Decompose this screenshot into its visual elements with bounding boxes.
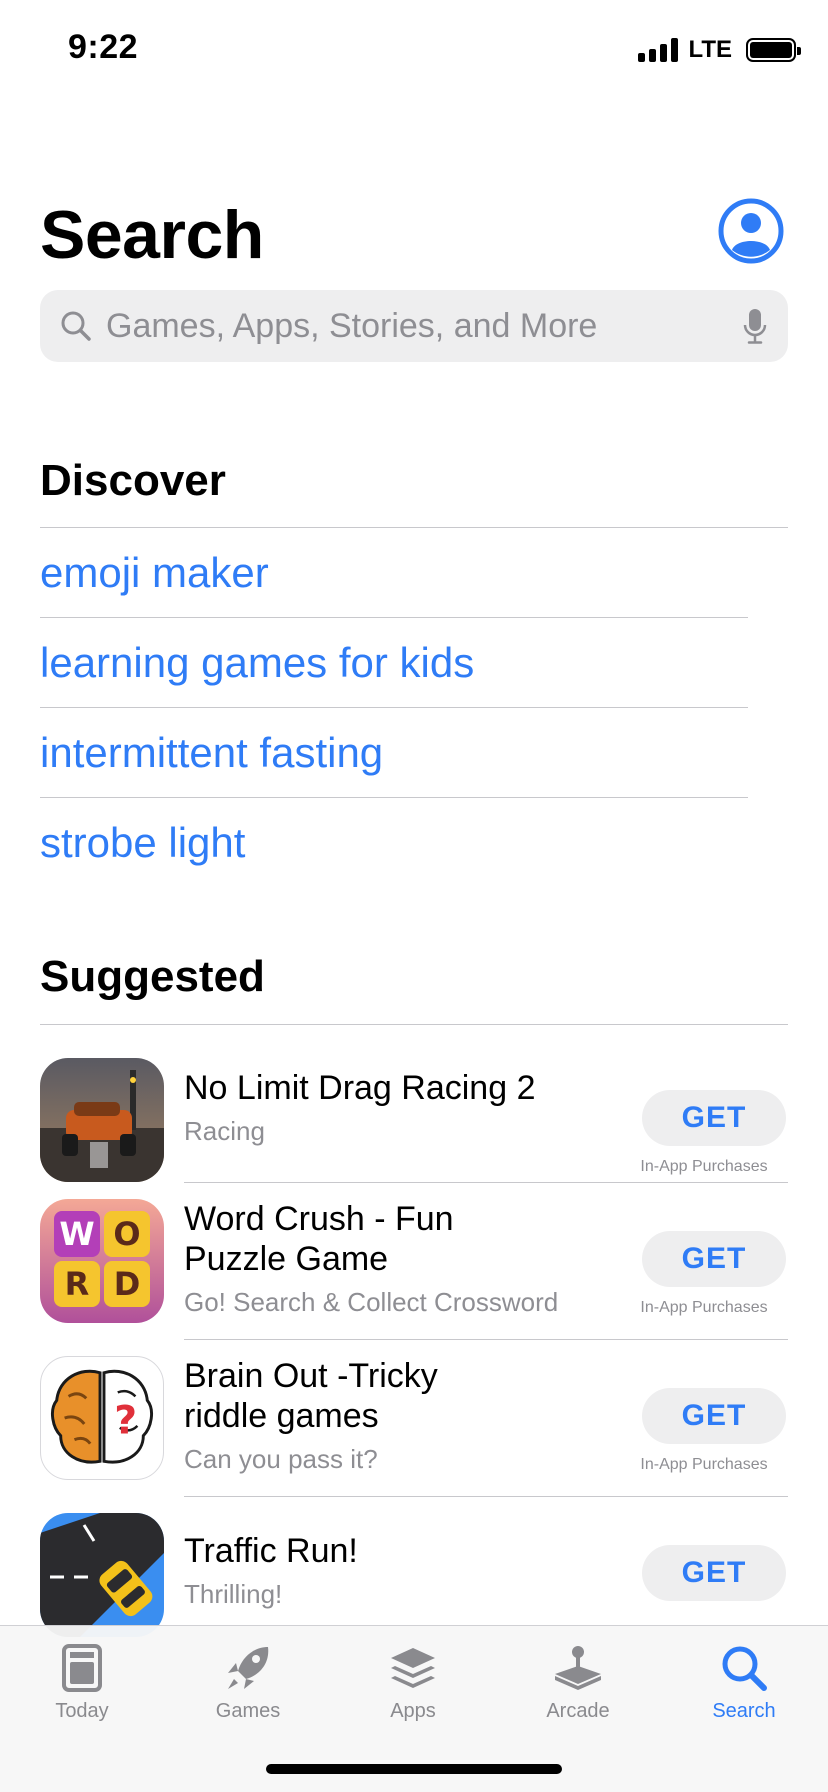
suggested-app-list: No Limit Drag Racing 2 Racing GET In-App… xyxy=(40,1026,788,1654)
get-button[interactable]: GET xyxy=(642,1231,786,1287)
divider xyxy=(40,1024,788,1025)
tab-label: Arcade xyxy=(546,1700,610,1722)
status-time: 9:22 xyxy=(68,28,139,66)
account-button[interactable] xyxy=(718,198,784,264)
get-button[interactable]: GET xyxy=(642,1388,786,1444)
network-type: LTE xyxy=(688,36,732,63)
discover-heading: Discover xyxy=(40,456,226,505)
tab-today[interactable]: Today xyxy=(12,1640,152,1723)
search-field[interactable] xyxy=(40,290,788,362)
tab-bar: Today Games Apps Arcade Search xyxy=(0,1625,828,1792)
suggested-heading: Suggested xyxy=(40,952,265,1001)
app-store-search-screen: 9:22 LTE Search Games, Apps, Stories, an… xyxy=(0,0,828,1792)
search-icon xyxy=(61,311,91,341)
icon-letter: D xyxy=(114,1265,141,1303)
battery-icon xyxy=(746,38,801,62)
tab-label: Games xyxy=(215,1700,281,1722)
app-row-brain-out[interactable]: ? Brain Out -Tricky riddle games Can you… xyxy=(40,1340,788,1497)
discover-item-emoji-maker[interactable]: emoji maker xyxy=(40,528,748,618)
word-crush-icon[interactable]: W O R D xyxy=(40,1199,164,1323)
get-button[interactable]: GET xyxy=(642,1545,786,1601)
app-info: Brain Out -Tricky riddle games Can you p… xyxy=(184,1356,484,1476)
tab-label: Apps xyxy=(390,1700,436,1722)
search-icon xyxy=(722,1646,767,1691)
app-info: No Limit Drag Racing 2 Racing xyxy=(184,1068,594,1148)
in-app-purchases-note: In-App Purchases xyxy=(640,1456,768,1473)
account-icon xyxy=(718,198,784,264)
traffic-run-icon[interactable] xyxy=(40,1513,164,1637)
tab-label: Search xyxy=(712,1700,776,1722)
icon-letter: W xyxy=(59,1215,94,1253)
today-icon xyxy=(62,1644,102,1692)
get-button[interactable]: GET xyxy=(642,1090,786,1146)
status-indicators: LTE xyxy=(638,36,801,64)
tab-label: Today xyxy=(55,1700,109,1722)
app-row-word-crush[interactable]: W O R D Word Crush - Fun Puzzle Game Go!… xyxy=(40,1183,788,1340)
brain-out-icon[interactable]: ? xyxy=(40,1356,164,1480)
app-subtitle: Go! Search & Collect Crossword xyxy=(184,1287,559,1317)
status-bar: 9:22 LTE xyxy=(0,0,828,100)
icon-letter: O xyxy=(113,1215,140,1253)
joystick-icon xyxy=(555,1646,601,1690)
discover-item-intermittent-fasting[interactable]: intermittent fasting xyxy=(40,708,748,798)
app-info: Traffic Run! Thrilling! xyxy=(184,1531,594,1611)
icon-question-mark: ? xyxy=(114,1398,137,1444)
discover-list: emoji maker learning games for kids inte… xyxy=(40,528,748,888)
app-subtitle: Thrilling! xyxy=(184,1579,283,1609)
discover-item-learning-games[interactable]: learning games for kids xyxy=(40,618,748,708)
drag-racing-icon[interactable] xyxy=(40,1058,164,1182)
tab-search[interactable]: Search xyxy=(674,1640,814,1723)
in-app-purchases-note: In-App Purchases xyxy=(640,1158,768,1175)
app-info: Word Crush - Fun Puzzle Game Go! Search … xyxy=(184,1199,559,1319)
app-subtitle: Racing xyxy=(184,1116,265,1146)
apps-stack-icon xyxy=(391,1648,435,1688)
app-name: Brain Out -Tricky riddle games xyxy=(184,1357,438,1435)
tab-arcade[interactable]: Arcade xyxy=(508,1640,648,1723)
rocket-icon xyxy=(228,1647,269,1689)
app-row-drag-racing[interactable]: No Limit Drag Racing 2 Racing GET In-App… xyxy=(40,1026,788,1183)
signal-strength-icon xyxy=(638,38,679,62)
search-input[interactable] xyxy=(106,306,734,346)
icon-letter: R xyxy=(65,1265,90,1303)
discover-item-strobe-light[interactable]: strobe light xyxy=(40,798,748,888)
home-indicator xyxy=(266,1764,562,1774)
app-name: No Limit Drag Racing 2 xyxy=(184,1069,536,1107)
app-name: Word Crush - Fun Puzzle Game xyxy=(184,1200,454,1278)
microphone-icon[interactable] xyxy=(742,307,768,345)
app-name: Traffic Run! xyxy=(184,1532,358,1570)
app-subtitle: Can you pass it? xyxy=(184,1444,378,1474)
tab-apps[interactable]: Apps xyxy=(343,1640,483,1723)
tab-games[interactable]: Games xyxy=(178,1640,318,1723)
in-app-purchases-note: In-App Purchases xyxy=(640,1299,768,1316)
page-title: Search xyxy=(40,197,264,273)
